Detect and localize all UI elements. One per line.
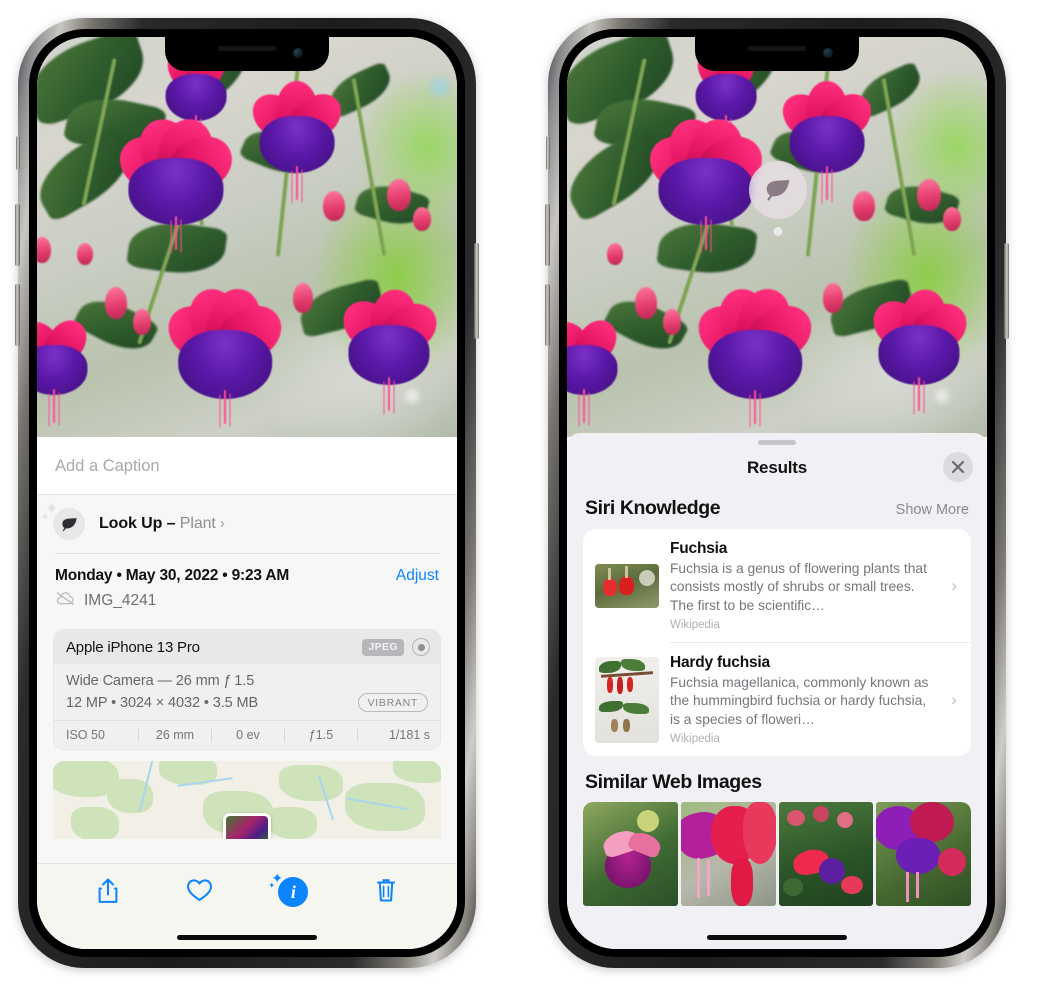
result-text: Hardy fuchsia Fuchsia magellanica, commo… <box>670 654 936 745</box>
look-up-subject: Plant <box>179 515 216 532</box>
exif-body: Wide Camera — 26 mm ƒ 1.5 12 MP • 3024 ×… <box>54 664 440 720</box>
date-block: Monday • May 30, 2022 • 9:23 AM Adjust I… <box>37 554 457 621</box>
similar-image-thumbnail[interactable] <box>778 802 874 907</box>
results-sheet: Results Siri Knowledge Show More Fuchsia… <box>567 433 987 949</box>
result-thumbnail <box>595 656 659 743</box>
iphone-device-right: Results Siri Knowledge Show More Fuchsia… <box>545 18 1009 968</box>
result-description: Fuchsia magellanica, commonly known as t… <box>670 675 929 727</box>
similar-web-images-strip <box>567 802 987 907</box>
results-header: Results <box>567 445 987 491</box>
leaf-icon: ✦ ✦ <box>41 501 85 540</box>
screenshot-canvas: Add a Caption ✦ ✦ Look Up – Plant › Mond… <box>0 0 1055 985</box>
leaf-icon[interactable] <box>749 161 807 219</box>
photo-info-sheet: Add a Caption ✦ ✦ Look Up – Plant › Mond… <box>37 437 457 949</box>
callout-pointer <box>773 227 783 236</box>
similar-web-images-title: Similar Web Images <box>585 771 762 794</box>
icloud-slash-icon <box>55 591 75 611</box>
exif-card: Apple iPhone 13 Pro JPEG Wide Camera — 2… <box>53 629 441 750</box>
hdr-ring-icon <box>412 638 430 656</box>
look-up-title: Look Up – <box>99 515 180 532</box>
exif-stat-shutter: 1/181 s <box>388 728 430 742</box>
results-title: Results <box>746 458 807 477</box>
photo-viewer[interactable] <box>567 37 987 437</box>
result-text: Fuchsia Fuchsia is a genus of flowering … <box>670 540 936 631</box>
list-item[interactable]: Hardy fuchsia Fuchsia magellanica, commo… <box>583 643 971 756</box>
similar-web-images-header: Similar Web Images <box>567 756 987 802</box>
power-button[interactable] <box>474 243 479 339</box>
volume-down-button[interactable] <box>545 284 550 346</box>
lens-info: Wide Camera — 26 mm ƒ 1.5 <box>66 673 255 689</box>
list-item[interactable]: Fuchsia Fuchsia is a genus of flowering … <box>583 529 971 642</box>
iphone-device-left: Add a Caption ✦ ✦ Look Up – Plant › Mond… <box>15 18 479 968</box>
similar-image-thumbnail[interactable] <box>583 802 678 907</box>
screen-left: Add a Caption ✦ ✦ Look Up – Plant › Mond… <box>37 37 457 949</box>
format-badge: JPEG <box>362 638 404 656</box>
photo-viewer[interactable] <box>37 37 457 437</box>
info-sparkle-icon[interactable]: ✦ ✦ i <box>268 870 309 907</box>
earpiece-speaker <box>218 46 276 51</box>
location-map-thumbnail[interactable] <box>53 761 441 839</box>
home-indicator-left[interactable] <box>177 935 317 940</box>
vibrant-badge: VIBRANT <box>357 693 428 712</box>
adjust-button[interactable]: Adjust <box>396 567 439 585</box>
file-name: IMG_4241 <box>84 592 157 609</box>
caption-field-row[interactable]: Add a Caption <box>37 437 457 495</box>
exif-stat-focal: 26 mm <box>155 728 195 742</box>
front-camera <box>293 48 303 58</box>
plant-lookup-badge[interactable] <box>749 161 807 236</box>
look-up-row[interactable]: ✦ ✦ Look Up – Plant › <box>37 495 457 553</box>
exif-stat-iso: ISO 50 <box>66 728 105 742</box>
exif-stat-ev: 0 ev <box>236 728 260 742</box>
volume-up-button[interactable] <box>15 204 20 266</box>
siri-knowledge-card: Fuchsia Fuchsia is a genus of flowering … <box>583 529 971 757</box>
volume-up-button[interactable] <box>545 204 550 266</box>
chevron-right-icon: › <box>219 515 225 532</box>
show-more-button[interactable]: Show More <box>896 502 969 518</box>
image-size-info: 12 MP • 3024 × 4032 • 3.5 MB <box>66 694 259 711</box>
exif-header: Apple iPhone 13 Pro JPEG <box>54 630 440 664</box>
trash-icon[interactable] <box>374 877 398 909</box>
sparkle-small-icon: ✦ <box>268 881 276 890</box>
device-bezel-left: Add a Caption ✦ ✦ Look Up – Plant › Mond… <box>29 29 465 957</box>
result-thumbnail <box>595 563 659 608</box>
volume-down-button[interactable] <box>15 284 20 346</box>
result-title: Fuchsia <box>670 540 728 557</box>
silence-switch[interactable] <box>546 136 550 170</box>
silence-switch[interactable] <box>16 136 20 170</box>
siri-knowledge-header: Siri Knowledge Show More <box>567 491 987 529</box>
chevron-right-icon: › <box>951 689 957 709</box>
result-source: Wikipedia <box>670 619 720 632</box>
similar-image-thumbnail[interactable] <box>680 802 776 907</box>
device-notch-left <box>165 37 329 71</box>
similar-image-thumbnail[interactable] <box>876 802 971 907</box>
chevron-right-icon: › <box>951 575 957 595</box>
close-icon[interactable] <box>943 452 973 482</box>
result-description: Fuchsia is a genus of flowering plants t… <box>670 561 927 613</box>
earpiece-speaker <box>748 46 806 51</box>
result-title: Hardy fuchsia <box>670 654 770 672</box>
screen-right: Results Siri Knowledge Show More Fuchsia… <box>567 37 987 949</box>
camera-device-name: Apple iPhone 13 Pro <box>66 638 200 656</box>
sparkle-small-icon: ✦ <box>41 512 50 523</box>
capture-date: Monday • May 30, 2022 • 9:23 AM <box>55 567 290 584</box>
caption-input[interactable]: Add a Caption <box>55 457 439 476</box>
siri-knowledge-title: Siri Knowledge <box>585 497 721 519</box>
location-pin-thumbnail <box>223 813 271 839</box>
result-source: Wikipedia <box>670 733 720 746</box>
home-indicator-right[interactable] <box>707 935 847 940</box>
front-camera <box>823 48 833 58</box>
heart-icon[interactable] <box>186 877 213 908</box>
device-bezel-right: Results Siri Knowledge Show More Fuchsia… <box>559 29 995 957</box>
exif-stat-aperture: ƒ1.5 <box>308 728 334 742</box>
share-icon[interactable] <box>96 877 120 910</box>
device-notch-right <box>695 37 859 71</box>
look-up-label: Look Up – Plant › <box>99 515 225 533</box>
exif-stats-row: ISO 50 26 mm 0 ev ƒ1.5 1/181 s <box>54 720 440 749</box>
power-button[interactable] <box>1004 243 1009 339</box>
